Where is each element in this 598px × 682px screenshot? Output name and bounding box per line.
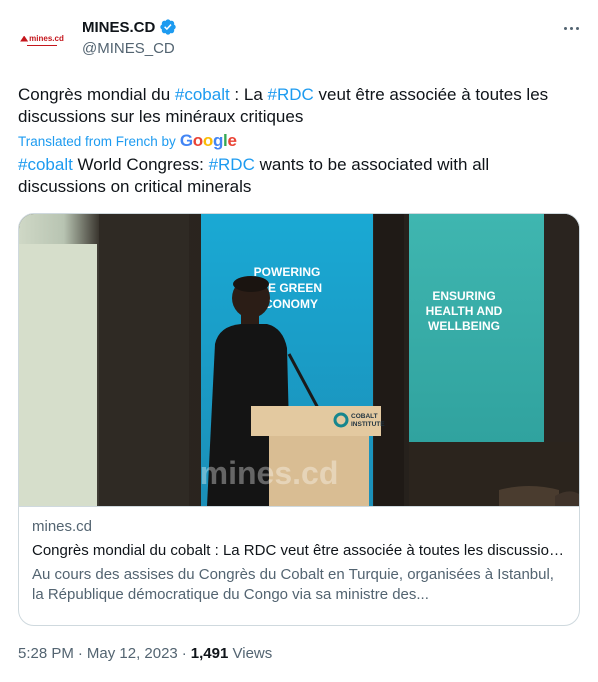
translated-by-link[interactable]: Translated from French by Google	[18, 131, 237, 151]
svg-text:WELLBEING: WELLBEING	[428, 319, 500, 333]
tweet-meta-row: 5:28 PM · May 12, 2023 · 1,491 Views	[18, 645, 272, 662]
logo-mark-icon	[20, 35, 29, 42]
tweet-translation-text: #cobalt World Congress: #RDC wants to be…	[18, 154, 578, 198]
tweet-original-text: Congrès mondial du #cobalt : La #RDC veu…	[18, 84, 578, 128]
views-count[interactable]: 1,491	[191, 645, 229, 662]
screen-left-text: POWERING	[254, 265, 321, 279]
card-meta[interactable]: mines.cd Congrès mondial du cobalt : La …	[19, 506, 579, 625]
meta-separator: ·	[181, 645, 187, 662]
translated-label: Translated from French by	[18, 133, 176, 149]
text-segment: : La	[229, 85, 268, 104]
text-segment: Congrès mondial du	[18, 85, 175, 104]
hashtag-link[interactable]: #RDC	[209, 155, 255, 174]
more-options-icon[interactable]	[560, 20, 582, 36]
author-name-row[interactable]: MINES.CD	[82, 18, 177, 36]
text-segment: World Congress:	[72, 155, 209, 174]
author-handle[interactable]: @MINES_CD	[82, 40, 175, 57]
conference-photo: POWERING THE GREEN ECONOMY ENSURING HEAL…	[19, 214, 579, 506]
screen-right-text: ENSURING	[432, 289, 495, 303]
author-display-name[interactable]: MINES.CD	[82, 19, 155, 36]
logo-text: mines.cd	[29, 34, 64, 43]
image-watermark: mines.cd	[200, 455, 339, 491]
podium-text: COBALT	[351, 413, 378, 420]
google-logo: Google	[179, 131, 237, 150]
meta-separator: ·	[77, 645, 83, 662]
hashtag-link[interactable]: #cobalt	[18, 155, 73, 174]
card-description: Au cours des assises du Congrès du Cobal…	[32, 566, 554, 603]
tweet-time[interactable]: 5:28 PM	[18, 645, 74, 662]
views-label: Views	[232, 645, 273, 662]
card-domain: mines.cd	[32, 518, 93, 535]
tweet-header: mines.cd MINES.CD @MINES_CD	[18, 14, 582, 64]
svg-text:HEALTH AND: HEALTH AND	[426, 304, 503, 318]
svg-text:INSTITUTE: INSTITUTE	[351, 421, 385, 428]
hashtag-link[interactable]: #cobalt	[175, 85, 230, 104]
card-title: Congrès mondial du cobalt : La RDC veut …	[32, 542, 568, 559]
verified-badge-icon	[160, 19, 177, 35]
link-preview-card[interactable]: POWERING THE GREEN ECONOMY ENSURING HEAL…	[18, 213, 580, 626]
card-image[interactable]: POWERING THE GREEN ECONOMY ENSURING HEAL…	[19, 214, 579, 506]
tweet-date[interactable]: May 12, 2023	[87, 645, 178, 662]
mines-cd-logo: mines.cd	[20, 34, 64, 46]
hashtag-link[interactable]: #RDC	[268, 85, 314, 104]
author-avatar[interactable]: mines.cd	[18, 16, 66, 64]
